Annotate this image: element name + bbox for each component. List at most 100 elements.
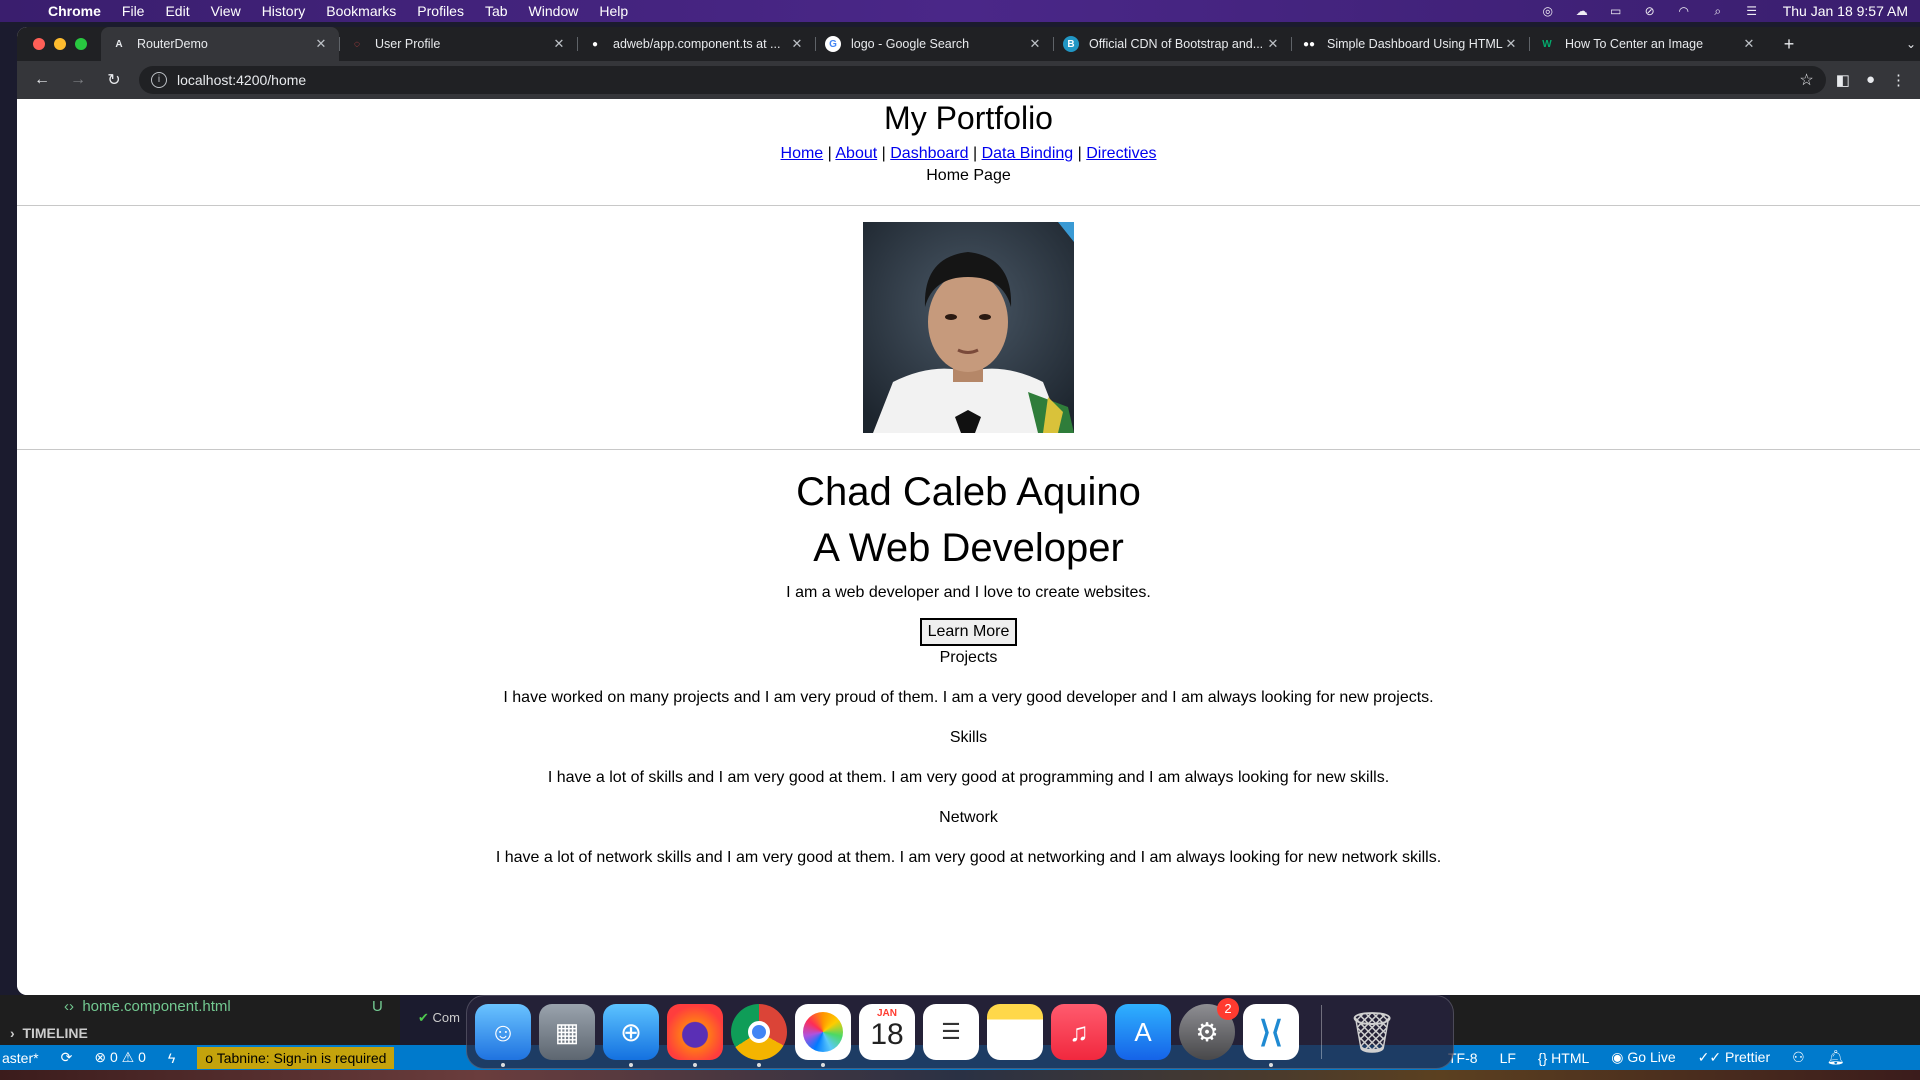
mute-icon[interactable]: ⊘ xyxy=(1641,4,1659,18)
menu-file[interactable]: File xyxy=(122,3,145,19)
tab-center-image[interactable]: W How To Center an Image ✕ xyxy=(1529,27,1767,61)
eol-indicator[interactable]: LF xyxy=(1500,1050,1516,1066)
tab-simple-dashboard[interactable]: ●● Simple Dashboard Using HTML... ✕ xyxy=(1291,27,1529,61)
safari-icon[interactable]: ⊕ xyxy=(603,1004,659,1067)
nav-link-home[interactable]: Home xyxy=(781,145,824,162)
tab-close-icon[interactable]: ✕ xyxy=(1741,36,1757,52)
vscode-file-name: home.component.html xyxy=(82,998,231,1015)
url-input[interactable] xyxy=(177,72,1800,88)
running-indicator xyxy=(501,1063,505,1067)
vscode-icon[interactable]: ⟩⟨ xyxy=(1243,1004,1299,1067)
cloud-sync-icon[interactable]: ☁ xyxy=(1573,4,1591,18)
menu-view[interactable]: View xyxy=(211,3,241,19)
wifi-icon[interactable]: ◠ xyxy=(1675,4,1693,18)
tab-github[interactable]: ● adweb/app.component.ts at ... ✕ xyxy=(577,27,815,61)
tab-close-icon[interactable]: ✕ xyxy=(789,36,805,52)
notes-icon[interactable] xyxy=(987,1004,1043,1060)
main-nav: Home | About | Dashboard | Data Binding … xyxy=(780,145,1157,162)
tab-close-icon[interactable]: ✕ xyxy=(551,36,567,52)
lightning-icon[interactable]: ϟ xyxy=(168,1050,175,1066)
tab-close-icon[interactable]: ✕ xyxy=(1027,36,1043,52)
prettier-status[interactable]: ✓✓ Prettier xyxy=(1698,1049,1770,1066)
problems-indicator[interactable]: ⊗ 0 ⚠ 0 xyxy=(94,1049,146,1066)
tabnine-text: Tabnine: Sign-in is required xyxy=(216,1049,387,1066)
language-mode[interactable]: {} HTML xyxy=(1538,1050,1589,1066)
music-icon[interactable]: ♫ xyxy=(1051,1004,1107,1060)
screen-mirroring-icon[interactable]: ▭ xyxy=(1607,4,1625,18)
forward-button[interactable]: → xyxy=(63,65,93,95)
firefox-icon[interactable] xyxy=(667,1004,723,1067)
tab-close-icon[interactable]: ✕ xyxy=(313,36,329,52)
back-button[interactable]: ← xyxy=(27,65,57,95)
section-title-skills: Skills xyxy=(949,729,988,746)
trash-icon[interactable]: 🗑︎ xyxy=(1344,1004,1400,1060)
profile-icon[interactable]: ● xyxy=(1866,71,1875,89)
dock-separator xyxy=(1321,1005,1322,1059)
running-indicator xyxy=(821,1063,825,1067)
site-info-icon[interactable]: i xyxy=(151,72,167,88)
nav-link-data-binding[interactable]: Data Binding xyxy=(982,145,1074,162)
profile-photo xyxy=(863,222,1074,433)
go-live-button[interactable]: ◉ Go Live xyxy=(1611,1049,1675,1066)
nav-link-directives[interactable]: Directives xyxy=(1086,145,1156,162)
tab-close-icon[interactable]: ✕ xyxy=(1265,36,1281,52)
menubar-clock[interactable]: Thu Jan 18 9:57 AM xyxy=(1783,3,1908,19)
menu-edit[interactable]: Edit xyxy=(165,3,189,19)
accounts-icon[interactable]: ⚇ xyxy=(1792,1049,1805,1066)
divider xyxy=(17,449,1920,450)
code-file-icon: ‹› xyxy=(64,998,74,1015)
nav-link-dashboard[interactable]: Dashboard xyxy=(890,145,968,162)
angular-favicon-icon: A xyxy=(115,38,123,50)
tab-routerdemo[interactable]: A RouterDemo ✕ xyxy=(101,27,339,61)
tab-bootstrap-cdn[interactable]: B Official CDN of Bootstrap and... ✕ xyxy=(1053,27,1291,61)
control-center-icon[interactable]: ☰ xyxy=(1743,4,1761,18)
section-title-projects: Projects xyxy=(939,649,998,666)
photos-icon[interactable] xyxy=(795,1004,851,1067)
calendar-icon[interactable]: JAN 18 xyxy=(859,1004,915,1060)
tab-search-icon[interactable]: ⌄ xyxy=(1906,37,1916,51)
side-panel-icon[interactable]: ◧ xyxy=(1836,71,1850,89)
menu-bookmarks[interactable]: Bookmarks xyxy=(326,3,396,19)
nav-link-about[interactable]: About xyxy=(835,145,877,162)
go-live-label: Go Live xyxy=(1627,1049,1676,1065)
finder-icon[interactable]: ☺ xyxy=(475,1004,531,1067)
new-tab-button[interactable]: + xyxy=(1779,34,1799,55)
app-store-icon[interactable]: A xyxy=(1115,1004,1171,1060)
check-icon: ✔ xyxy=(418,1010,429,1025)
reload-button[interactable]: ↻ xyxy=(99,65,129,95)
menu-app-name[interactable]: Chrome xyxy=(48,3,101,19)
error-count: 0 xyxy=(109,1049,118,1065)
creative-cloud-icon[interactable]: ◎ xyxy=(1539,4,1557,18)
tab-title: adweb/app.component.ts at ... xyxy=(613,37,781,51)
tab-close-icon[interactable]: ✕ xyxy=(1503,36,1519,52)
menu-profiles[interactable]: Profiles xyxy=(417,3,464,19)
menu-tab[interactable]: Tab xyxy=(485,3,508,19)
system-settings-icon[interactable]: ⚙ 2 xyxy=(1179,998,1239,1060)
launchpad-icon[interactable]: ▦ xyxy=(539,1004,595,1060)
warning-count: 0 xyxy=(138,1049,146,1065)
person-role: A Web Developer xyxy=(813,526,1124,570)
bookmark-star-icon[interactable]: ☆ xyxy=(1799,70,1813,90)
spotlight-search-icon[interactable]: ⌕ xyxy=(1709,4,1727,18)
vscode-file-item[interactable]: ‹› home.component.html U xyxy=(64,998,383,1015)
address-bar[interactable]: i ☆ xyxy=(139,66,1826,94)
tab-user-profile[interactable]: ◌ User Profile ✕ xyxy=(339,27,577,61)
tabnine-status[interactable]: o Tabnine: Sign-in is required xyxy=(197,1046,395,1069)
reminders-icon[interactable]: ☰ xyxy=(923,1004,979,1060)
github-favicon-icon: ● xyxy=(591,38,599,50)
vscode-timeline[interactable]: › TIMELINE xyxy=(10,1025,88,1041)
menu-help[interactable]: Help xyxy=(599,3,628,19)
window-close-button[interactable] xyxy=(33,38,45,50)
sync-icon[interactable]: ⟳ xyxy=(61,1049,73,1066)
chrome-menu-icon[interactable]: ⋮ xyxy=(1891,71,1906,89)
chrome-icon[interactable] xyxy=(731,1004,787,1067)
window-minimize-button[interactable] xyxy=(54,38,66,50)
git-branch[interactable]: aster* xyxy=(2,1050,39,1066)
menu-window[interactable]: Window xyxy=(529,3,579,19)
learn-more-button[interactable]: Learn More xyxy=(919,618,1018,646)
tab-google-search[interactable]: G logo - Google Search ✕ xyxy=(815,27,1053,61)
notifications-bell-icon[interactable]: 🔔︎ xyxy=(1827,1049,1845,1066)
menu-history[interactable]: History xyxy=(262,3,306,19)
window-maximize-button[interactable] xyxy=(75,38,87,50)
running-indicator xyxy=(629,1063,633,1067)
